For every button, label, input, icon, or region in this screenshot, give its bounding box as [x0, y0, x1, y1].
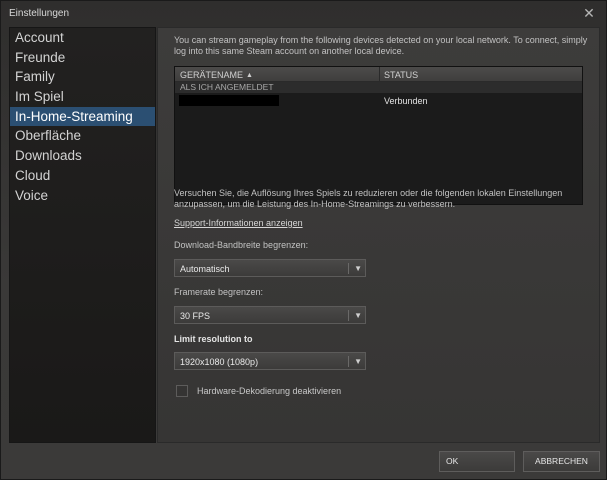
table-header: GERÄTENAME ▲ STATUS	[175, 67, 582, 82]
window-title: Einstellungen	[9, 8, 70, 19]
performance-hint: Versuchen Sie, die Auflösung Ihres Spiel…	[174, 188, 563, 209]
bandwidth-value: Automatisch	[180, 264, 230, 274]
chevron-down-icon: ▼	[354, 311, 362, 320]
sidebar-item-voice[interactable]: Voice	[10, 186, 155, 206]
hw-decoding-checkbox[interactable]	[176, 385, 188, 397]
sidebar-item-downloads[interactable]: Downloads	[10, 146, 155, 166]
column-divider	[379, 67, 380, 82]
select-divider	[348, 310, 349, 321]
chevron-down-icon: ▼	[354, 357, 362, 366]
sort-ascending-icon: ▲	[246, 72, 253, 79]
sidebar-item-im-spiel[interactable]: Im Spiel	[10, 87, 155, 107]
sidebar-item-family[interactable]: Family	[10, 67, 155, 87]
sidebar-item-in-home-streaming[interactable]: In-Home-Streaming	[10, 106, 155, 127]
settings-window: Einstellungen ✕ Account Freunde Family I…	[0, 0, 607, 480]
settings-sidebar: Account Freunde Family Im Spiel In-Home-…	[9, 27, 156, 443]
sidebar-item-cloud[interactable]: Cloud	[10, 166, 155, 186]
group-header: ALS ICH ANGEMELDET	[175, 82, 582, 93]
title-bar: Einstellungen ✕	[1, 1, 606, 27]
framerate-select[interactable]: 30 FPS ▼	[174, 306, 366, 324]
sidebar-item-account[interactable]: Account	[10, 28, 155, 48]
streaming-settings-panel: You can stream gameplay from the followi…	[157, 27, 600, 443]
support-info-link[interactable]: Support-Informationen anzeigen	[174, 218, 303, 228]
column-header-device-name[interactable]: GERÄTENAME ▲	[180, 70, 253, 80]
select-divider	[348, 356, 349, 367]
bandwidth-select[interactable]: Automatisch ▼	[174, 259, 366, 277]
chevron-down-icon: ▼	[354, 264, 362, 273]
framerate-label: Framerate begrenzen:	[174, 287, 264, 297]
resolution-select[interactable]: 1920x1080 (1080p) ▼	[174, 352, 366, 370]
hw-decoding-label: Hardware-Dekodierung deaktivieren	[197, 386, 342, 396]
bandwidth-label: Download-Bandbreite begrenzen:	[174, 240, 309, 250]
select-divider	[348, 263, 349, 274]
close-icon[interactable]: ✕	[582, 6, 596, 20]
resolution-label: Limit resolution to	[174, 334, 253, 344]
table-row[interactable]: Verbunden	[175, 94, 582, 106]
device-status: Verbunden	[384, 96, 428, 106]
redacted-device-name	[179, 95, 279, 106]
device-table: GERÄTENAME ▲ STATUS ALS ICH ANGEMELDET Ve…	[174, 66, 583, 205]
cancel-button[interactable]: ABBRECHEN	[523, 451, 600, 472]
sidebar-item-oberflaeche[interactable]: Oberfläche	[10, 126, 155, 146]
framerate-value: 30 FPS	[180, 311, 211, 321]
resolution-value: 1920x1080 (1080p)	[180, 357, 259, 367]
sidebar-item-freunde[interactable]: Freunde	[10, 48, 155, 68]
intro-text: You can stream gameplay from the followi…	[174, 35, 588, 56]
column-header-status[interactable]: STATUS	[384, 70, 418, 80]
ok-button[interactable]: OK	[439, 451, 515, 472]
